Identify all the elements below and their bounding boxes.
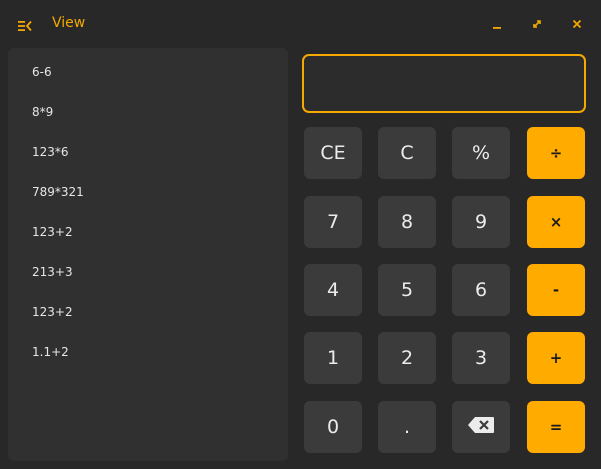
digit-1-button[interactable]: 1 bbox=[304, 332, 362, 384]
digit-4-button[interactable]: 4 bbox=[304, 264, 362, 316]
decimal-button[interactable]: . bbox=[378, 401, 436, 453]
backspace-button[interactable] bbox=[452, 401, 510, 453]
history-item[interactable]: 123+2 bbox=[32, 224, 73, 240]
digit-7-button[interactable]: 7 bbox=[304, 196, 362, 248]
backspace-icon bbox=[468, 416, 494, 438]
title-bar: View bbox=[0, 0, 601, 46]
clear-entry-button[interactable]: CE bbox=[304, 127, 362, 179]
digit-5-button[interactable]: 5 bbox=[378, 264, 436, 316]
digit-0-button[interactable]: 0 bbox=[304, 401, 362, 453]
subtract-button[interactable]: - bbox=[527, 264, 585, 316]
digit-6-button[interactable]: 6 bbox=[452, 264, 510, 316]
history-panel: 6-6 8*9 123*6 789*321 123+2 213+3 123+2 … bbox=[8, 48, 288, 461]
percent-button[interactable]: % bbox=[452, 127, 510, 179]
window-title: View bbox=[52, 15, 86, 31]
history-item[interactable]: 123*6 bbox=[32, 144, 69, 160]
calculator-display[interactable] bbox=[302, 54, 586, 113]
maximize-icon[interactable] bbox=[530, 16, 544, 30]
digit-9-button[interactable]: 9 bbox=[452, 196, 510, 248]
history-item[interactable]: 789*321 bbox=[32, 184, 84, 200]
history-item[interactable]: 123+2 bbox=[32, 304, 73, 320]
digit-3-button[interactable]: 3 bbox=[452, 332, 510, 384]
digit-8-button[interactable]: 8 bbox=[378, 196, 436, 248]
menu-collapse-icon[interactable] bbox=[18, 17, 32, 32]
history-item[interactable]: 8*9 bbox=[32, 104, 53, 120]
history-item[interactable]: 6-6 bbox=[32, 64, 52, 80]
add-button[interactable]: + bbox=[527, 332, 585, 384]
clear-button[interactable]: C bbox=[378, 127, 436, 179]
equals-button[interactable]: = bbox=[527, 401, 585, 453]
multiply-button[interactable]: × bbox=[527, 196, 585, 248]
history-item[interactable]: 1.1+2 bbox=[32, 344, 69, 360]
minimize-icon[interactable] bbox=[490, 16, 504, 30]
digit-2-button[interactable]: 2 bbox=[378, 332, 436, 384]
calculator-window: View 6-6 8*9 123*6 789*321 123+2 213+3 1… bbox=[0, 0, 601, 469]
history-item[interactable]: 213+3 bbox=[32, 264, 73, 280]
divide-button[interactable]: ÷ bbox=[527, 127, 585, 179]
close-icon[interactable] bbox=[570, 16, 584, 30]
